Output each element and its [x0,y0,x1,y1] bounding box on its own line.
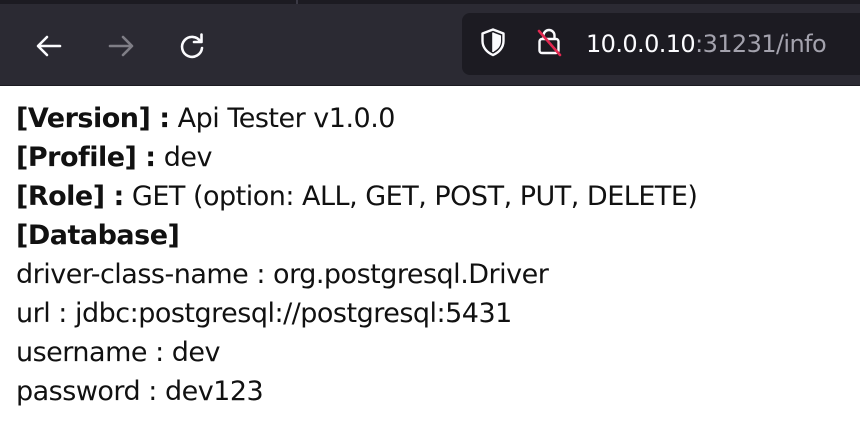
tab-divider [296,0,298,4]
tracking-protection-button[interactable] [476,27,510,61]
url-path: :31231/info [695,30,827,58]
site-security-button[interactable] [532,27,566,61]
role-key: [Role] : [16,181,124,212]
url-host: 10.0.0.10 [586,30,696,58]
back-button[interactable] [29,26,69,66]
browser-toolbar: 10.0.0.10:31231/info [0,0,860,86]
profile-value: dev [163,142,213,173]
shield-icon [477,26,509,63]
tab-strip-edge [0,0,860,4]
driver-line: driver-class-name : org.postgresql.Drive… [16,259,549,290]
role-line: [Role] : GET (option: ALL, GET, POST, PU… [16,177,698,216]
profile-key: [Profile] : [16,142,156,173]
version-line: [Version] : Api Tester v1.0.0 [16,99,697,138]
reload-icon [175,29,209,63]
forward-arrow-icon [104,29,138,63]
url-text[interactable]: 10.0.0.10:31231/info [586,29,827,59]
version-value: Api Tester v1.0.0 [177,103,396,134]
url-line: url : jdbc:postgresql://postgresql:5431 [16,298,512,329]
back-arrow-icon [32,29,66,63]
address-bar[interactable]: 10.0.0.10:31231/info [462,13,860,75]
database-heading: [Database] [16,216,697,255]
version-key: [Version] : [16,103,170,134]
profile-line: [Profile] : dev [16,138,697,177]
insecure-lock-icon [533,26,565,63]
role-value: GET (option: ALL, GET, POST, PUT, DELETE… [131,181,698,212]
reload-button[interactable] [172,26,212,66]
page-content: [Version] : Api Tester v1.0.0 [Profile] … [16,99,698,411]
username-line: username : dev [16,337,220,368]
forward-button[interactable] [101,26,141,66]
password-line: password : dev123 [16,376,264,407]
database-key: [Database] [16,220,180,251]
